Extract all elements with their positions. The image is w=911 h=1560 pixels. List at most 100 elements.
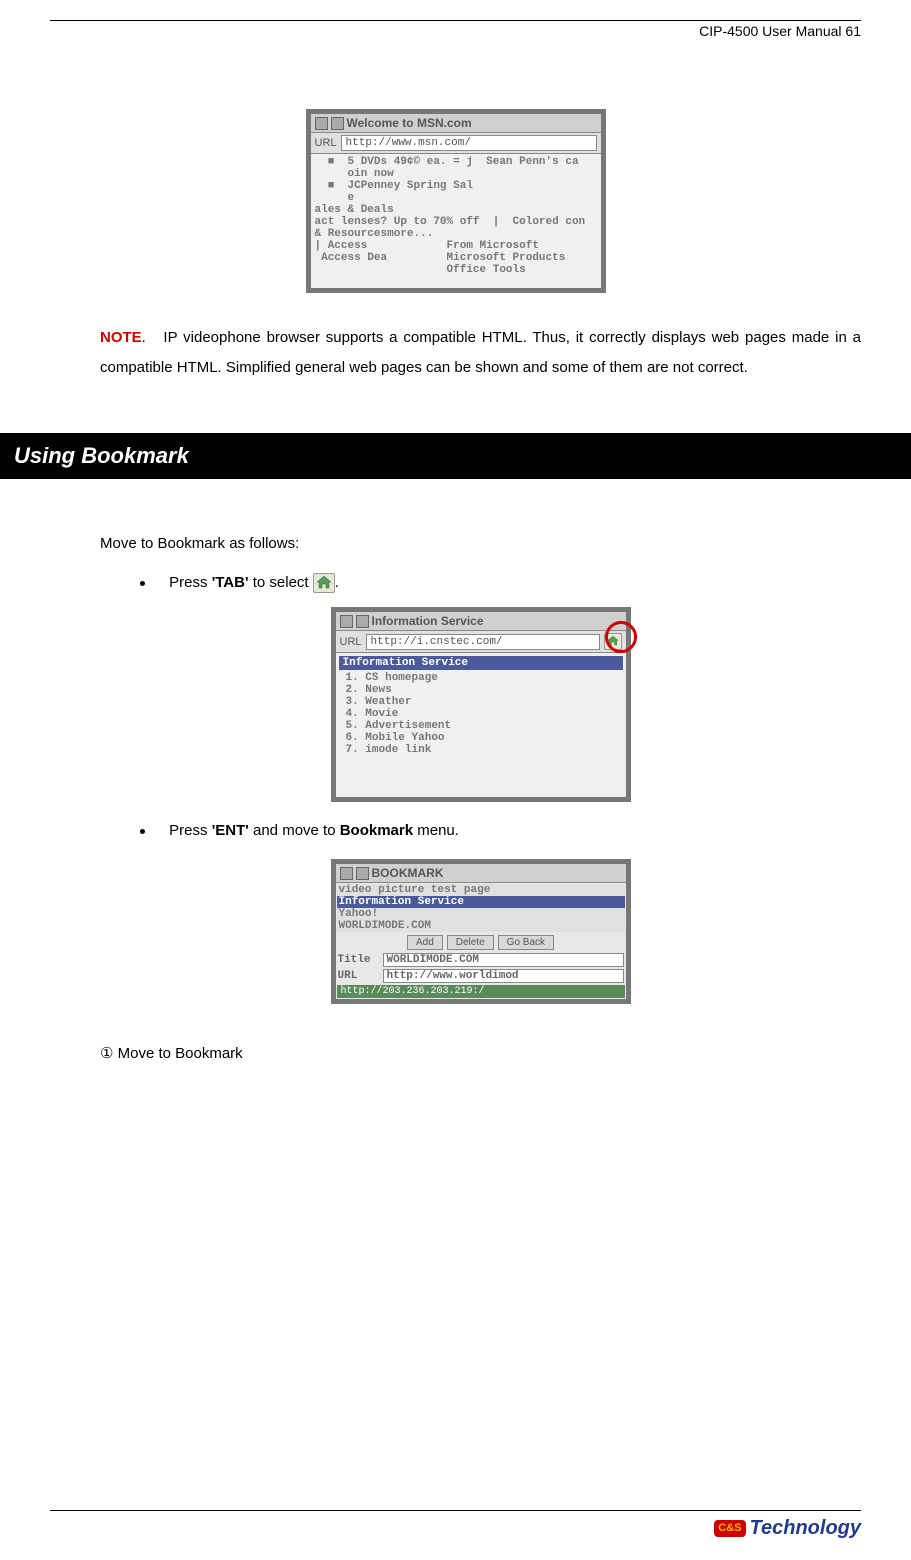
url-label: URL <box>315 137 337 149</box>
b1-key: 'TAB' <box>212 574 249 591</box>
step-number: ① <box>100 1045 113 1062</box>
figure-info: Information Service URL http://i.cnstec.… <box>100 607 861 802</box>
info-item: 4. Movie <box>346 708 616 720</box>
highlight-circle <box>605 621 637 653</box>
footer-rule <box>50 1510 861 1511</box>
bm-buttons: Add Delete Go Back <box>336 933 626 952</box>
info-url-row: URL http://i.cnstec.com/ <box>336 631 626 653</box>
info-list: 1. CS homepage 2. News 3. Weather 4. Mov… <box>346 672 616 756</box>
footer-logo: C&S Technology <box>50 1517 861 1540</box>
info-title-bar: Information Service <box>336 612 626 631</box>
bm-url-value: http://www.worldimod <box>383 969 624 983</box>
title-icon-2 <box>356 615 369 628</box>
page-header: CIP-4500 User Manual 61 <box>50 23 861 39</box>
section-heading: Using Bookmark <box>0 433 911 479</box>
bm-url-row: URL http://www.worldimod <box>336 968 626 984</box>
title-icon-2 <box>331 117 344 130</box>
title-icon <box>340 867 353 880</box>
bm-add-button: Add <box>407 935 443 950</box>
msn-line: oin now <box>313 168 599 180</box>
title-icon <box>340 615 353 628</box>
bm-row-selected: Information Service <box>337 896 625 908</box>
b1-suffix: . <box>335 574 339 591</box>
info-item: 3. Weather <box>346 696 616 708</box>
logo: C&S Technology <box>714 1517 861 1540</box>
home-icon <box>313 573 335 593</box>
bullet-item-1: Press 'TAB' to select . <box>140 573 861 593</box>
b1-mid: to select <box>253 574 313 591</box>
logo-text: Technology <box>750 1517 861 1540</box>
info-item: 5. Advertisement <box>346 720 616 732</box>
note-text: IP videophone browser supports a compati… <box>100 329 861 376</box>
info-heading: Information Service <box>339 656 623 670</box>
logo-badge: C&S <box>714 1520 745 1537</box>
b2-key: 'ENT' <box>212 822 249 839</box>
header-rule <box>50 20 861 21</box>
bullet-list: Press 'TAB' to select . <box>140 573 861 593</box>
bm-status-bar: http://203.236.203.219:/ <box>337 985 625 998</box>
section-content: Move to Bookmark as follows: Press 'TAB'… <box>100 529 861 1062</box>
bm-url-label: URL <box>338 970 380 982</box>
note-paragraph: NOTE. IP videophone browser supports a c… <box>100 323 861 383</box>
info-item: 6. Mobile Yahoo <box>346 732 616 744</box>
info-window-title: Information Service <box>372 614 484 628</box>
msn-window-title: Welcome to MSN.com <box>347 116 472 130</box>
bm-delete-button: Delete <box>447 935 494 950</box>
msn-line: | Access From Microsoft <box>313 240 599 252</box>
note-label: NOTE <box>100 329 142 346</box>
msn-line: & Resourcesmore... <box>313 228 599 240</box>
manual-title: CIP-4500 User Manual <box>699 23 841 39</box>
msn-url-row: URL http://www.msn.com/ <box>311 133 601 154</box>
figure-bookmark: BOOKMARK video picture test page Informa… <box>100 859 861 1004</box>
info-screenshot: Information Service URL http://i.cnstec.… <box>331 607 631 802</box>
intro-text: Move to Bookmark as follows: <box>100 529 861 559</box>
bookmark-screenshot: BOOKMARK video picture test page Informa… <box>331 859 631 1004</box>
msn-screenshot: Welcome to MSN.com URL http://www.msn.co… <box>306 109 606 293</box>
step-1: ① Move to Bookmark <box>100 1044 861 1062</box>
note-sep: . <box>142 329 146 346</box>
msn-line: e <box>313 192 599 204</box>
url-label: URL <box>340 636 362 648</box>
bullet-list-2: Press 'ENT' and move to Bookmark menu. <box>140 822 861 839</box>
msn-line: Office Tools <box>313 264 599 276</box>
bm-title-bar: BOOKMARK <box>336 864 626 883</box>
title-icon-2 <box>356 867 369 880</box>
b1-prefix: Press <box>169 574 212 591</box>
page: CIP-4500 User Manual 61 Welcome to MSN.c… <box>0 0 911 1560</box>
bullet-dot-icon <box>140 581 145 586</box>
bm-title-value: WORLDIMODE.COM <box>383 953 624 967</box>
step-text: Move to Bookmark <box>113 1045 242 1062</box>
figure-msn: Welcome to MSN.com URL http://www.msn.co… <box>50 109 861 293</box>
msn-url-value: http://www.msn.com/ <box>341 135 597 151</box>
title-icon <box>315 117 328 130</box>
bm-list: video picture test page Information Serv… <box>337 884 625 932</box>
info-item: 2. News <box>346 684 616 696</box>
bm-title-row: Title WORLDIMODE.COM <box>336 952 626 968</box>
bm-title-label: Title <box>338 954 380 966</box>
info-body: Information Service 1. CS homepage 2. Ne… <box>336 653 626 797</box>
msn-title-bar: Welcome to MSN.com <box>311 114 601 133</box>
page-number: 61 <box>845 23 861 39</box>
msn-line: ales & Deals <box>313 204 599 216</box>
info-item: 7. imode link <box>346 744 616 756</box>
bm-goback-button: Go Back <box>498 935 554 950</box>
content: NOTE. IP videophone browser supports a c… <box>100 323 861 383</box>
msn-body: ■ 5 DVDs 49¢© ea. = j Sean Penn's ca oin… <box>311 154 601 288</box>
bm-window-title: BOOKMARK <box>372 866 444 880</box>
msn-line: Access Dea Microsoft Products <box>313 252 599 264</box>
bm-row: video picture test page <box>337 884 625 896</box>
info-item: 1. CS homepage <box>346 672 616 684</box>
bullet-item-2: Press 'ENT' and move to Bookmark menu. <box>140 822 861 839</box>
b2-suffix: menu. <box>417 822 459 839</box>
info-url-value: http://i.cnstec.com/ <box>366 634 600 650</box>
msn-line: ■ JCPenney Spring Sal <box>313 180 599 192</box>
b2-mid: and move to <box>253 822 340 839</box>
b2-target: Bookmark <box>340 822 413 839</box>
b2-prefix: Press <box>169 822 212 839</box>
msn-line: act lenses? Up to 70% off | Colored con <box>313 216 599 228</box>
page-footer: C&S Technology <box>50 1510 861 1540</box>
bm-row: WORLDIMODE.COM <box>337 920 625 932</box>
msn-line: ■ 5 DVDs 49¢© ea. = j Sean Penn's ca <box>313 156 599 168</box>
bullet-dot-icon <box>140 829 145 834</box>
bm-row: Yahoo! <box>337 908 625 920</box>
